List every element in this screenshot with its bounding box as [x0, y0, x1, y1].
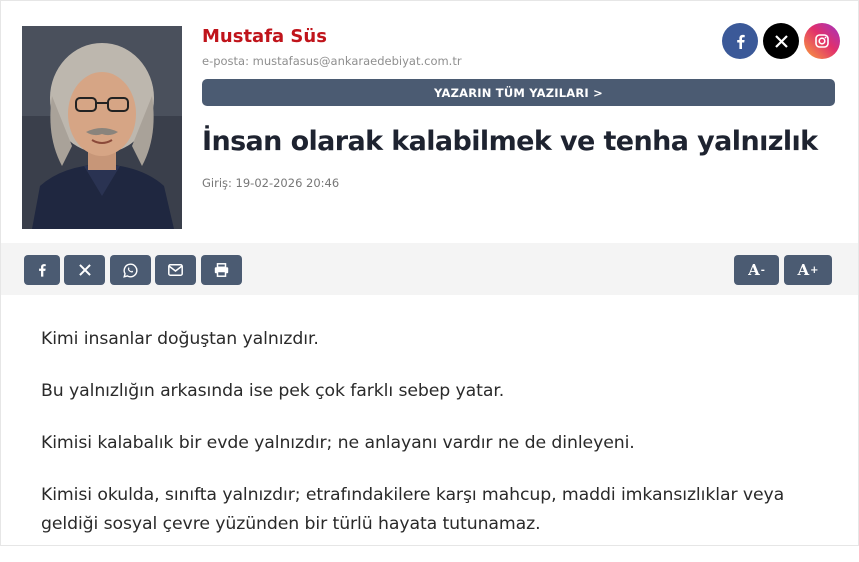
article-paragraph: Kimisi okulda, sınıfta yalnızdır; etrafı…: [41, 485, 785, 534]
article-paragraph: Kimi insanlar doğuştan yalnızdır.: [41, 329, 319, 349]
instagram-icon: [815, 34, 829, 48]
author-photo[interactable]: [22, 26, 182, 229]
font-decrease-sign: -: [760, 264, 765, 276]
print-icon: [214, 263, 229, 277]
author-article-card: Mustafa Süs e-posta: mustafasus@ankaraed…: [0, 0, 859, 546]
share-facebook-button[interactable]: [24, 255, 60, 285]
x-icon: [774, 34, 788, 48]
instagram-link[interactable]: [804, 23, 840, 59]
article-paragraph: Bu yalnızlığın arkasında ise pek çok far…: [41, 381, 505, 401]
font-increase-button[interactable]: A +: [784, 255, 832, 285]
font-decrease-button[interactable]: A-: [734, 255, 779, 285]
author-email: e-posta: mustafasus@ankaraedebiyat.com.t…: [202, 54, 462, 68]
publish-date: Giriş: 19-02-2026 20:46: [202, 176, 340, 190]
share-x-button[interactable]: [64, 255, 105, 285]
facebook-icon: [39, 264, 46, 277]
all-posts-button[interactable]: YAZARIN TÜM YAZILARI >: [202, 79, 835, 106]
facebook-link[interactable]: [722, 23, 758, 59]
share-toolbar: A- A +: [1, 243, 858, 295]
facebook-icon: [736, 34, 745, 49]
x-icon: [78, 264, 91, 276]
mail-icon: [168, 264, 183, 276]
font-decrease-label: A: [748, 261, 760, 279]
article-body: Kimi insanlar doğuştan yalnızdır. Bu yal…: [41, 325, 831, 562]
article-title: İnsan olarak kalabilmek ve tenha yalnızl…: [202, 126, 818, 157]
share-mail-button[interactable]: [155, 255, 196, 285]
whatsapp-icon: [123, 263, 138, 278]
x-link[interactable]: [763, 23, 799, 59]
author-name[interactable]: Mustafa Süs: [202, 26, 327, 47]
share-whatsapp-button[interactable]: [110, 255, 151, 285]
print-button[interactable]: [201, 255, 242, 285]
font-increase-label: A: [797, 261, 810, 279]
font-increase-sign: +: [810, 264, 819, 276]
article-paragraph: Kimisi kalabalık bir evde yalnızdır; ne …: [41, 433, 635, 453]
